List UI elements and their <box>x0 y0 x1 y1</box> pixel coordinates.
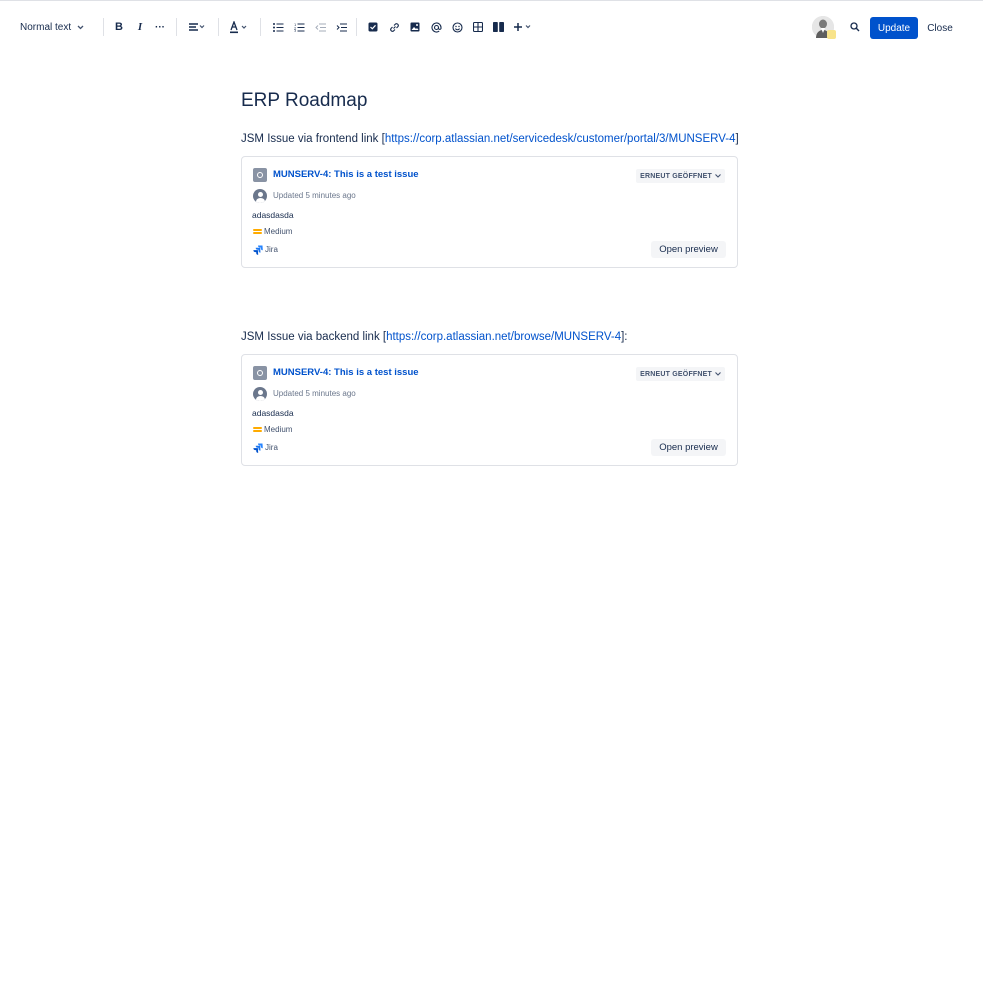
jira-icon <box>253 245 263 255</box>
action-item-button[interactable] <box>366 15 380 39</box>
chevron-down-icon <box>715 372 721 376</box>
open-preview-button[interactable]: Open preview <box>651 241 726 258</box>
emoji-button[interactable] <box>450 15 464 39</box>
mention-button[interactable] <box>429 15 443 39</box>
toolbar-divider <box>260 18 261 36</box>
source-label: Jira <box>265 443 278 452</box>
backend-issue-link[interactable]: https://corp.atlassian.net/browse/MUNSER… <box>386 331 621 343</box>
user-avatar-icon <box>253 387 267 401</box>
insert-more-dropdown[interactable] <box>512 15 534 39</box>
open-preview-button[interactable]: Open preview <box>651 439 726 456</box>
editor-toolbar: Normal text B I ··· 123 Update Close <box>0 1 983 53</box>
image-icon <box>410 22 420 32</box>
priority-medium-icon <box>253 427 262 432</box>
chevron-down-icon <box>77 25 84 29</box>
updated-timestamp: Updated 5 minutes ago <box>273 389 356 398</box>
paragraph-text: ]: <box>621 331 628 343</box>
text-style-dropdown[interactable]: Normal text <box>14 15 92 39</box>
layout-columns-icon <box>492 22 504 32</box>
jira-issue-card: MUNSERV-4: This is a test issue ERNEUT G… <box>241 354 738 466</box>
presence-badge <box>827 30 836 39</box>
text-color-icon <box>230 20 247 33</box>
link-button[interactable] <box>387 15 401 39</box>
text-style-label: Normal text <box>20 21 72 33</box>
indent-icon <box>336 23 347 31</box>
status-dropdown[interactable]: ERNEUT GEÖFFNET <box>636 367 725 381</box>
checkbox-icon <box>368 22 378 32</box>
bullet-list-button[interactable] <box>271 15 285 39</box>
issue-title-link[interactable]: MUNSERV-4: This is a test issue <box>273 367 419 378</box>
plus-icon <box>514 23 531 31</box>
avatar[interactable] <box>812 16 836 39</box>
updated-timestamp: Updated 5 minutes ago <box>273 191 356 200</box>
align-left-icon <box>189 23 205 31</box>
alignment-dropdown[interactable] <box>186 15 208 39</box>
paragraph-frontend-link: JSM Issue via frontend link [https://cor… <box>241 133 739 145</box>
frontend-issue-link[interactable]: https://corp.atlassian.net/servicedesk/c… <box>385 133 736 145</box>
table-icon <box>473 22 483 32</box>
issue-type-icon <box>253 168 267 182</box>
toolbar-divider <box>218 18 219 36</box>
paragraph-text: JSM Issue via backend link [ <box>241 331 387 343</box>
italic-button[interactable]: I <box>133 15 147 39</box>
paragraph-backend-link: JSM Issue via backend link [https://corp… <box>241 331 628 343</box>
indent-button[interactable] <box>334 15 348 39</box>
issue-description: adasdasda <box>252 408 294 418</box>
chevron-down-icon <box>715 174 721 178</box>
priority-label: Medium <box>264 227 293 236</box>
toolbar-divider <box>356 18 357 36</box>
priority-medium-icon <box>253 229 262 234</box>
search-icon <box>850 22 860 32</box>
priority-label: Medium <box>264 425 293 434</box>
jira-issue-card: MUNSERV-4: This is a test issue ERNEUT G… <box>241 156 738 268</box>
outdent-button[interactable] <box>313 15 327 39</box>
numbered-list-icon: 123 <box>294 23 304 32</box>
layouts-button[interactable] <box>491 15 505 39</box>
image-button[interactable] <box>408 15 422 39</box>
source-label: Jira <box>265 245 278 254</box>
svg-text:3: 3 <box>294 29 296 32</box>
jira-icon <box>253 443 263 453</box>
numbered-list-button[interactable]: 123 <box>292 15 306 39</box>
mention-icon <box>430 21 442 33</box>
more-formatting-button[interactable]: ··· <box>152 15 168 39</box>
toolbar-divider <box>176 18 177 36</box>
search-button[interactable] <box>845 15 865 39</box>
paragraph-text: JSM Issue via frontend link [ <box>241 133 385 145</box>
outdent-icon <box>314 23 326 31</box>
status-label: ERNEUT GEÖFFNET <box>640 172 712 180</box>
toolbar-divider <box>103 18 104 36</box>
user-avatar-icon <box>253 189 267 203</box>
link-icon <box>389 22 399 32</box>
text-color-dropdown[interactable] <box>228 15 250 39</box>
close-button[interactable]: Close <box>924 17 956 39</box>
issue-description: adasdasda <box>252 210 294 220</box>
issue-title-link[interactable]: MUNSERV-4: This is a test issue <box>273 169 419 180</box>
status-label: ERNEUT GEÖFFNET <box>640 370 712 378</box>
status-dropdown[interactable]: ERNEUT GEÖFFNET <box>636 169 725 183</box>
table-button[interactable] <box>471 15 485 39</box>
bold-button[interactable]: B <box>112 15 126 39</box>
issue-type-icon <box>253 366 267 380</box>
emoji-icon <box>451 21 463 33</box>
bullet-list-icon <box>272 22 283 32</box>
page-title: ERP Roadmap <box>241 90 368 111</box>
update-button[interactable]: Update <box>870 17 918 39</box>
paragraph-text: ] <box>735 133 739 145</box>
